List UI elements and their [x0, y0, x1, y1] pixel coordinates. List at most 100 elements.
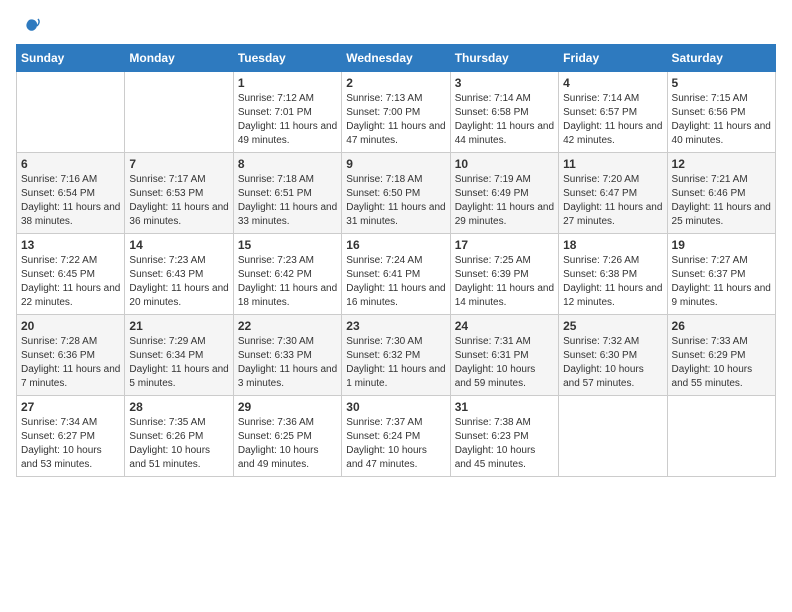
day-info: Sunrise: 7:22 AMSunset: 6:45 PMDaylight:…: [21, 254, 120, 310]
day-info: Sunrise: 7:36 AMSunset: 6:25 PMDaylight:…: [238, 416, 337, 472]
day-number: 17: [455, 238, 554, 252]
day-number: 1: [238, 76, 337, 90]
day-cell: 3 Sunrise: 7:14 AMSunset: 6:58 PMDayligh…: [450, 72, 558, 153]
day-number: 31: [455, 400, 554, 414]
day-info: Sunrise: 7:30 AMSunset: 6:32 PMDaylight:…: [346, 335, 445, 391]
day-number: 14: [129, 238, 228, 252]
day-cell: 7 Sunrise: 7:17 AMSunset: 6:53 PMDayligh…: [125, 153, 233, 234]
day-number: 25: [563, 319, 662, 333]
day-info: Sunrise: 7:24 AMSunset: 6:41 PMDaylight:…: [346, 254, 445, 310]
day-number: 3: [455, 76, 554, 90]
day-cell: 6 Sunrise: 7:16 AMSunset: 6:54 PMDayligh…: [17, 153, 125, 234]
day-info: Sunrise: 7:17 AMSunset: 6:53 PMDaylight:…: [129, 173, 228, 229]
day-number: 24: [455, 319, 554, 333]
header-sunday: Sunday: [17, 45, 125, 72]
day-cell: 16 Sunrise: 7:24 AMSunset: 6:41 PMDaylig…: [342, 234, 450, 315]
day-number: 11: [563, 157, 662, 171]
day-cell: 25 Sunrise: 7:32 AMSunset: 6:30 PMDaylig…: [559, 315, 667, 396]
header-thursday: Thursday: [450, 45, 558, 72]
header-monday: Monday: [125, 45, 233, 72]
day-info: Sunrise: 7:26 AMSunset: 6:38 PMDaylight:…: [563, 254, 662, 310]
calendar-table: SundayMondayTuesdayWednesdayThursdayFrid…: [16, 44, 776, 477]
header-tuesday: Tuesday: [233, 45, 341, 72]
day-info: Sunrise: 7:14 AMSunset: 6:57 PMDaylight:…: [563, 92, 662, 148]
day-cell: 26 Sunrise: 7:33 AMSunset: 6:29 PMDaylig…: [667, 315, 775, 396]
day-info: Sunrise: 7:38 AMSunset: 6:23 PMDaylight:…: [455, 416, 554, 472]
day-cell: 9 Sunrise: 7:18 AMSunset: 6:50 PMDayligh…: [342, 153, 450, 234]
day-cell: 23 Sunrise: 7:30 AMSunset: 6:32 PMDaylig…: [342, 315, 450, 396]
day-number: 30: [346, 400, 445, 414]
day-cell: [559, 396, 667, 477]
day-number: 18: [563, 238, 662, 252]
day-info: Sunrise: 7:18 AMSunset: 6:51 PMDaylight:…: [238, 173, 337, 229]
day-number: 10: [455, 157, 554, 171]
day-number: 9: [346, 157, 445, 171]
day-cell: 1 Sunrise: 7:12 AMSunset: 7:01 PMDayligh…: [233, 72, 341, 153]
day-cell: 18 Sunrise: 7:26 AMSunset: 6:38 PMDaylig…: [559, 234, 667, 315]
day-cell: 8 Sunrise: 7:18 AMSunset: 6:51 PMDayligh…: [233, 153, 341, 234]
header-friday: Friday: [559, 45, 667, 72]
day-info: Sunrise: 7:16 AMSunset: 6:54 PMDaylight:…: [21, 173, 120, 229]
day-number: 19: [672, 238, 771, 252]
day-cell: 2 Sunrise: 7:13 AMSunset: 7:00 PMDayligh…: [342, 72, 450, 153]
day-number: 22: [238, 319, 337, 333]
day-info: Sunrise: 7:12 AMSunset: 7:01 PMDaylight:…: [238, 92, 337, 148]
day-cell: 31 Sunrise: 7:38 AMSunset: 6:23 PMDaylig…: [450, 396, 558, 477]
day-info: Sunrise: 7:30 AMSunset: 6:33 PMDaylight:…: [238, 335, 337, 391]
day-info: Sunrise: 7:15 AMSunset: 6:56 PMDaylight:…: [672, 92, 771, 148]
day-info: Sunrise: 7:19 AMSunset: 6:49 PMDaylight:…: [455, 173, 554, 229]
day-number: 23: [346, 319, 445, 333]
day-cell: 21 Sunrise: 7:29 AMSunset: 6:34 PMDaylig…: [125, 315, 233, 396]
day-number: 15: [238, 238, 337, 252]
day-number: 12: [672, 157, 771, 171]
day-info: Sunrise: 7:14 AMSunset: 6:58 PMDaylight:…: [455, 92, 554, 148]
day-info: Sunrise: 7:33 AMSunset: 6:29 PMDaylight:…: [672, 335, 771, 391]
week-row-4: 27 Sunrise: 7:34 AMSunset: 6:27 PMDaylig…: [17, 396, 776, 477]
day-number: 4: [563, 76, 662, 90]
week-row-1: 6 Sunrise: 7:16 AMSunset: 6:54 PMDayligh…: [17, 153, 776, 234]
day-number: 28: [129, 400, 228, 414]
day-cell: 24 Sunrise: 7:31 AMSunset: 6:31 PMDaylig…: [450, 315, 558, 396]
calendar-header-row: SundayMondayTuesdayWednesdayThursdayFrid…: [17, 45, 776, 72]
day-cell: 12 Sunrise: 7:21 AMSunset: 6:46 PMDaylig…: [667, 153, 775, 234]
day-cell: 30 Sunrise: 7:37 AMSunset: 6:24 PMDaylig…: [342, 396, 450, 477]
day-info: Sunrise: 7:13 AMSunset: 7:00 PMDaylight:…: [346, 92, 445, 148]
day-info: Sunrise: 7:34 AMSunset: 6:27 PMDaylight:…: [21, 416, 120, 472]
day-info: Sunrise: 7:21 AMSunset: 6:46 PMDaylight:…: [672, 173, 771, 229]
day-cell: 19 Sunrise: 7:27 AMSunset: 6:37 PMDaylig…: [667, 234, 775, 315]
day-info: Sunrise: 7:29 AMSunset: 6:34 PMDaylight:…: [129, 335, 228, 391]
day-info: Sunrise: 7:31 AMSunset: 6:31 PMDaylight:…: [455, 335, 554, 391]
day-number: 6: [21, 157, 120, 171]
day-info: Sunrise: 7:18 AMSunset: 6:50 PMDaylight:…: [346, 173, 445, 229]
header-saturday: Saturday: [667, 45, 775, 72]
day-number: 7: [129, 157, 228, 171]
day-cell: [667, 396, 775, 477]
day-cell: [17, 72, 125, 153]
day-info: Sunrise: 7:35 AMSunset: 6:26 PMDaylight:…: [129, 416, 228, 472]
logo: [16, 16, 40, 34]
week-row-2: 13 Sunrise: 7:22 AMSunset: 6:45 PMDaylig…: [17, 234, 776, 315]
header-wednesday: Wednesday: [342, 45, 450, 72]
day-info: Sunrise: 7:28 AMSunset: 6:36 PMDaylight:…: [21, 335, 120, 391]
day-info: Sunrise: 7:27 AMSunset: 6:37 PMDaylight:…: [672, 254, 771, 310]
day-cell: 14 Sunrise: 7:23 AMSunset: 6:43 PMDaylig…: [125, 234, 233, 315]
day-cell: 13 Sunrise: 7:22 AMSunset: 6:45 PMDaylig…: [17, 234, 125, 315]
day-info: Sunrise: 7:32 AMSunset: 6:30 PMDaylight:…: [563, 335, 662, 391]
day-number: 16: [346, 238, 445, 252]
day-number: 20: [21, 319, 120, 333]
day-cell: [125, 72, 233, 153]
day-cell: 22 Sunrise: 7:30 AMSunset: 6:33 PMDaylig…: [233, 315, 341, 396]
day-number: 26: [672, 319, 771, 333]
day-info: Sunrise: 7:20 AMSunset: 6:47 PMDaylight:…: [563, 173, 662, 229]
day-info: Sunrise: 7:23 AMSunset: 6:42 PMDaylight:…: [238, 254, 337, 310]
day-cell: 17 Sunrise: 7:25 AMSunset: 6:39 PMDaylig…: [450, 234, 558, 315]
day-number: 2: [346, 76, 445, 90]
day-cell: 28 Sunrise: 7:35 AMSunset: 6:26 PMDaylig…: [125, 396, 233, 477]
page-header: [16, 16, 776, 34]
day-cell: 5 Sunrise: 7:15 AMSunset: 6:56 PMDayligh…: [667, 72, 775, 153]
day-number: 27: [21, 400, 120, 414]
day-info: Sunrise: 7:25 AMSunset: 6:39 PMDaylight:…: [455, 254, 554, 310]
day-cell: 15 Sunrise: 7:23 AMSunset: 6:42 PMDaylig…: [233, 234, 341, 315]
day-number: 21: [129, 319, 228, 333]
day-info: Sunrise: 7:23 AMSunset: 6:43 PMDaylight:…: [129, 254, 228, 310]
